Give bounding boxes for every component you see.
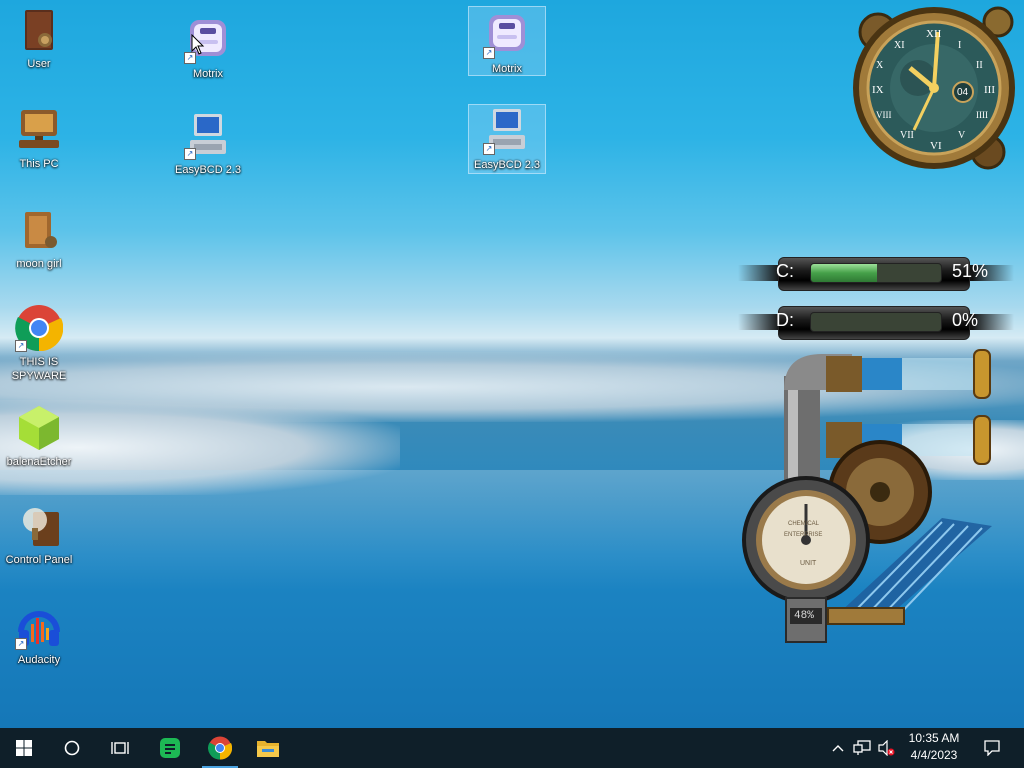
icon-label: balenaEtcher [6,456,72,468]
drive-percent: 0% [952,310,979,330]
taskbar-chrome[interactable] [196,728,244,768]
taskbar-notes-app[interactable] [146,728,194,768]
clock-numeral: IIII [976,110,988,120]
clock-numeral: IX [872,84,884,96]
drive-percent: 51% [952,261,989,281]
icon-label: Control Panel [5,554,73,566]
clock-time: 10:35 AM [908,731,960,745]
drive-gauge-c[interactable]: C: 51% [738,255,1014,291]
dial-text: UNIT [800,560,817,567]
drive-gauge-d[interactable]: D: 0% [738,304,1014,340]
audacity-icon: ↗ [15,602,63,650]
easybcd-icon: ↗ [184,112,232,160]
icon-label: This PC [19,158,59,170]
taskbar-file-explorer[interactable] [244,728,292,768]
desktop-icon-easybcd[interactable]: ↗ EasyBCD 2.3 [170,112,246,177]
clock-numeral: III [984,84,995,96]
icon-label: EasyBCD 2.3 [174,164,242,176]
desktop-icon-control-panel[interactable]: Control Panel [1,502,77,567]
network-button[interactable] [850,728,874,768]
cpu-meter-widget[interactable]: CHEMICAL ENTERPRISE UNIT 48% [742,346,1002,650]
drive-letter: C: [776,261,794,281]
show-hidden-icons-button[interactable] [828,728,848,768]
icon-label: THIS IS SPYWARE [11,356,67,382]
clock-date: 4/4/2023 [910,748,958,762]
shortcut-arrow-icon: ↗ [15,340,27,352]
task-view-icon [111,742,129,754]
folder-user-icon [15,6,63,54]
chrome-icon: ↗ [15,304,64,352]
clock-numeral: VIII [876,110,892,120]
clock-numeral: XII [926,28,942,40]
desktop-icon-motrix[interactable]: ↗ Motrix [170,16,246,81]
easybcd-icon: ↗ [483,107,531,155]
notification-icon [984,740,1000,756]
icon-label: moon girl [16,258,62,270]
chevron-up-icon [832,745,844,752]
clock-widget[interactable]: XII III VI IX I II IIII V VII VIII X XI … [848,2,1020,170]
dial-text: CHEMICAL [788,521,820,527]
file-explorer-icon [257,741,279,757]
clock-numeral: VII [900,130,914,141]
clock-numeral: II [976,60,983,71]
drive-usage-fill [811,264,878,282]
clock-numeral: XI [894,40,905,51]
clock-numeral: VI [930,140,942,152]
notes-app-icon [160,738,180,758]
volume-button[interactable] [874,728,898,768]
start-icon [16,740,32,756]
clock-numeral: V [958,130,966,141]
shortcut-arrow-icon: ↗ [15,638,27,650]
desktop-icon-motrix-selected[interactable]: ↗ Motrix [468,6,546,76]
taskbar: 10:35 AM 4/4/2023 [0,728,1024,768]
chrome-icon [208,736,232,760]
action-center-button[interactable] [978,728,1006,768]
icon-label: Audacity [17,654,61,666]
clock-numeral: I [958,40,962,51]
control-panel-icon [15,502,63,550]
icon-label: Motrix [193,68,223,80]
desktop-icon-balena-etcher[interactable]: balenaEtcher [1,404,77,469]
motrix-icon: ↗ [483,11,531,59]
drive-usage-bar [810,312,942,332]
balena-etcher-icon [15,404,63,452]
icon-label: Motrix [492,63,522,75]
desktop-icon-this-is-spyware[interactable]: ↗ THIS IS SPYWARE [1,304,77,383]
cpu-readout: 48% [794,610,814,622]
shortcut-arrow-icon: ↗ [483,143,495,155]
desktop-icon-this-pc[interactable]: This PC [1,106,77,171]
desktop-icon-moon-girl[interactable]: moon girl [1,206,77,271]
search-button[interactable] [48,728,96,768]
computer-icon [15,106,63,154]
desktop-icon-user[interactable]: User [1,6,77,71]
drive-usage-bar [810,263,942,283]
clock-date: 04 [957,87,969,98]
folder-icon [15,206,63,254]
mouse-cursor-icon [191,34,205,55]
desktop-icon-audacity[interactable]: ↗ Audacity [1,602,77,667]
network-icon [853,740,871,755]
dial-text: ENTERPRISE [784,532,823,538]
shortcut-arrow-icon: ↗ [483,47,495,59]
search-icon [64,740,80,756]
shortcut-arrow-icon: ↗ [184,148,196,160]
icon-label: User [27,58,51,70]
task-view-button[interactable] [96,728,144,768]
desktop-icon-easybcd-selected[interactable]: ↗ EasyBCD 2.3 [468,104,546,174]
drive-letter: D: [776,310,794,330]
start-button[interactable] [0,728,48,768]
volume-muted-icon [878,740,895,756]
taskbar-clock[interactable]: 10:35 AM 4/4/2023 [896,730,972,764]
clock-numeral: X [876,60,884,71]
icon-label: EasyBCD 2.3 [473,159,541,171]
